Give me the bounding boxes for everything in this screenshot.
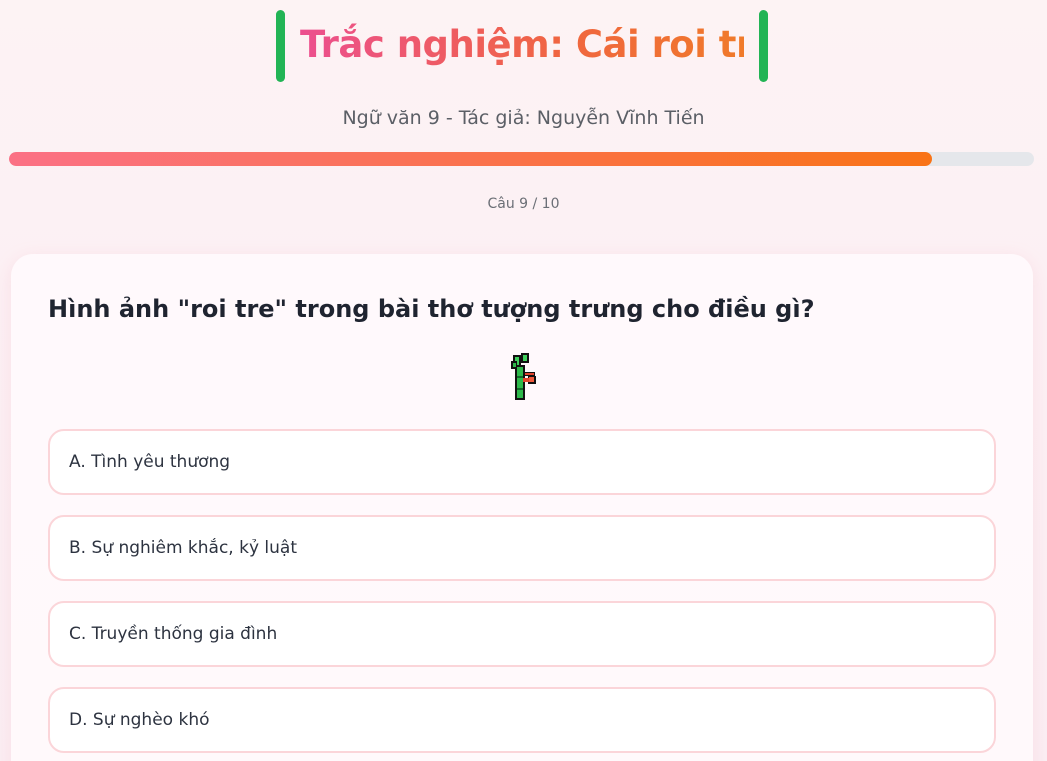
page-subtitle: Ngữ văn 9 - Tác giả: Nguyễn Vĩnh Tiến <box>342 107 705 129</box>
question-card: Hình ảnh "roi tre" trong bài thơ tượng t… <box>11 254 1033 761</box>
progress-bar-fill <box>9 152 932 166</box>
answer-option-label: B. Sự nghiêm khắc, kỷ luật <box>69 538 298 558</box>
title-block: Trắc nghiệm: Cái roi tre <box>276 10 779 82</box>
page-title: Trắc nghiệm: Cái roi tre <box>300 23 779 66</box>
answer-option-c[interactable]: C. Truyền thống gia đình <box>48 601 996 667</box>
bamboo-stick-icon <box>511 353 536 400</box>
title-accent-bar-left <box>276 10 285 82</box>
answer-option-label: A. Tình yêu thương <box>69 452 231 472</box>
answer-option-label: C. Truyền thống gia đình <box>69 624 278 644</box>
question-text: Hình ảnh "roi tre" trong bài thơ tượng t… <box>48 295 815 323</box>
title-accent-bar-right <box>759 10 768 82</box>
progress-bar <box>9 152 1034 166</box>
answer-option-d[interactable]: D. Sự nghèo khó <box>48 687 996 753</box>
quiz-header: Trắc nghiệm: Cái roi tre Ngữ văn 9 - Tác… <box>0 0 1047 150</box>
answer-option-b[interactable]: B. Sự nghiêm khắc, kỷ luật <box>48 515 996 581</box>
answer-option-label: D. Sự nghèo khó <box>69 710 210 730</box>
question-counter: Câu 9 / 10 <box>487 196 560 212</box>
answer-option-a[interactable]: A. Tình yêu thương <box>48 429 996 495</box>
